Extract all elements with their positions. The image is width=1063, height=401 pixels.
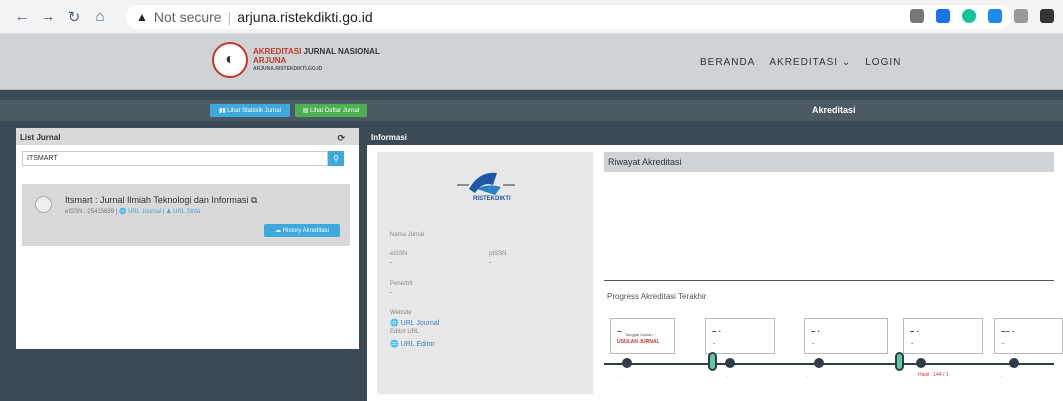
ristekdikti-logo: RISTEKDIKTI	[457, 172, 515, 202]
arrow-left-icon[interactable]: ←	[12, 8, 32, 25]
reload-icon[interactable]: ↻	[64, 8, 84, 26]
svg-text:RISTEKDIKTI: RISTEKDIKTI	[473, 196, 511, 202]
journal-title[interactable]: Itsmart : Jurnal Ilmiah Teknologi dan In…	[65, 195, 257, 206]
logo-emblem-icon: ◐	[212, 42, 248, 78]
timeline-marker	[895, 352, 904, 371]
url-separator: |	[227, 9, 232, 25]
journal-info-box: RISTEKDIKTI Nama Jurnal eISSN pISSN - - …	[377, 152, 593, 394]
home-icon[interactable]: ⌂	[90, 8, 110, 25]
timeline-label: -	[727, 373, 729, 378]
warning-icon: ▲	[136, 10, 148, 24]
nav-login[interactable]: LOGIN	[865, 57, 901, 68]
search-icon: ⚲	[333, 154, 339, 163]
pissn-value: -	[489, 260, 491, 266]
url-editor-link[interactable]: 🌐 URL Editor	[390, 340, 435, 348]
lihat-statistik-button[interactable]: ▮▮ Lihat Statistik Jurnal	[210, 104, 290, 117]
logo-url: ARJUNA.RISTEKDIKTI.GO.ID	[253, 65, 323, 72]
timeline-node	[814, 358, 824, 368]
puzzle-extensions-icon[interactable]	[1040, 9, 1054, 23]
timeline-node	[916, 358, 926, 368]
step-card: – · -	[705, 318, 775, 354]
journal-avatar	[35, 196, 52, 213]
url-journal-link[interactable]: 🌐 URL Journal	[119, 209, 161, 215]
timeline-label: -	[618, 373, 620, 378]
penerbit-label: Penerbit	[390, 281, 413, 287]
penerbit-value: -	[390, 290, 392, 296]
action-bar: ▮▮ Lihat Statistik Jurnal ▤ Lihat Daftar…	[0, 100, 1063, 121]
history-akreditasi-button[interactable]: ☁ History Akreditasi	[264, 224, 340, 237]
step-card: – · -	[903, 318, 983, 354]
pissn-label: pISSN	[489, 251, 507, 257]
logo-arjuna: ARJUNA	[253, 55, 287, 65]
nav-akreditasi[interactable]: AKREDITASI ⌄	[769, 57, 851, 68]
translate-extension-icon[interactable]	[1014, 9, 1028, 23]
nav-beranda[interactable]: BERANDA	[700, 57, 755, 68]
site-header: ◐ AKREDITASI JURNAL NASIONAL ARJUNA ARJU…	[0, 34, 1063, 90]
arrow-right-icon[interactable]: →	[38, 8, 58, 25]
top-navigation: BERANDA AKREDITASI ⌄ LOGIN	[700, 57, 901, 68]
riwayat-header: Riwayat Akreditasi	[604, 152, 1054, 172]
progress-timeline	[604, 363, 1054, 365]
divider	[604, 280, 1054, 281]
timeline-label: -	[807, 373, 809, 378]
step-card: – · -	[804, 318, 888, 354]
panel-header: List Jurnal ⟳	[16, 128, 359, 145]
url-sinta-link[interactable]: | ♟ URL Sinta	[163, 209, 200, 215]
editor-url-label: Editor URL	[390, 329, 420, 335]
eissn-label: eISSN	[390, 251, 408, 257]
lihat-daftar-button[interactable]: ▤ Lihat Daftar Jurnal	[295, 104, 367, 117]
list-jurnal-panel: List Jurnal ⟳ ⚲ Itsmart : Jurnal Ilmiah …	[16, 128, 359, 349]
progress-title: Progress Akreditasi Terakhir	[607, 292, 707, 301]
informasi-panel: Informasi RISTEKDIKTI Nama Jurnal eISSN …	[367, 128, 1063, 401]
journal-card[interactable]: Itsmart : Jurnal Ilmiah Teknologi dan In…	[22, 184, 350, 246]
step-usulan-jurnal: – Tanggal Usulan USULAN JURNAL	[610, 318, 675, 354]
timeline-node	[622, 358, 632, 368]
timeline-node	[725, 358, 735, 368]
eissn-value: -	[390, 260, 392, 266]
url-journal-link[interactable]: 🌐 URL Journal	[390, 319, 439, 327]
timeline-node	[1009, 358, 1019, 368]
search-input[interactable]	[22, 151, 328, 166]
step-card: –– · -	[994, 318, 1063, 354]
timeline-marker	[708, 352, 717, 371]
qr-extension-icon[interactable]	[910, 9, 924, 23]
security-label: Not secure	[153, 9, 222, 25]
grammarly-icon[interactable]	[962, 9, 976, 23]
journal-meta: eISSN : 25415689 | 🌐 URL Journal | ♟ URL…	[65, 209, 201, 215]
website-label: Website	[390, 310, 412, 316]
search-button[interactable]: ⚲	[328, 151, 344, 166]
refresh-icon[interactable]: ⟳	[337, 133, 345, 144]
browser-toolbar: ← → ↻ ⌂ ▲ Not secure | arjuna.ristekdikt…	[0, 0, 1063, 34]
hasil-label: Hasil : 144 / 1	[918, 372, 949, 378]
nama-jurnal-label: Nama Jurnal	[390, 232, 425, 238]
url-text: arjuna.ristekdikti.go.id	[237, 9, 373, 25]
address-bar[interactable]: ▲ Not secure | arjuna.ristekdikti.go.id …	[126, 5, 1011, 29]
shield-extension-icon[interactable]	[988, 9, 1002, 23]
arjuna-logo[interactable]: ◐ AKREDITASI JURNAL NASIONAL ARJUNA ARJU…	[212, 42, 380, 78]
panel-header: Informasi	[367, 128, 1063, 145]
section-title: Akreditasi	[812, 105, 856, 115]
timeline-label: -	[1001, 373, 1003, 378]
screen-extension-icon[interactable]	[936, 9, 950, 23]
